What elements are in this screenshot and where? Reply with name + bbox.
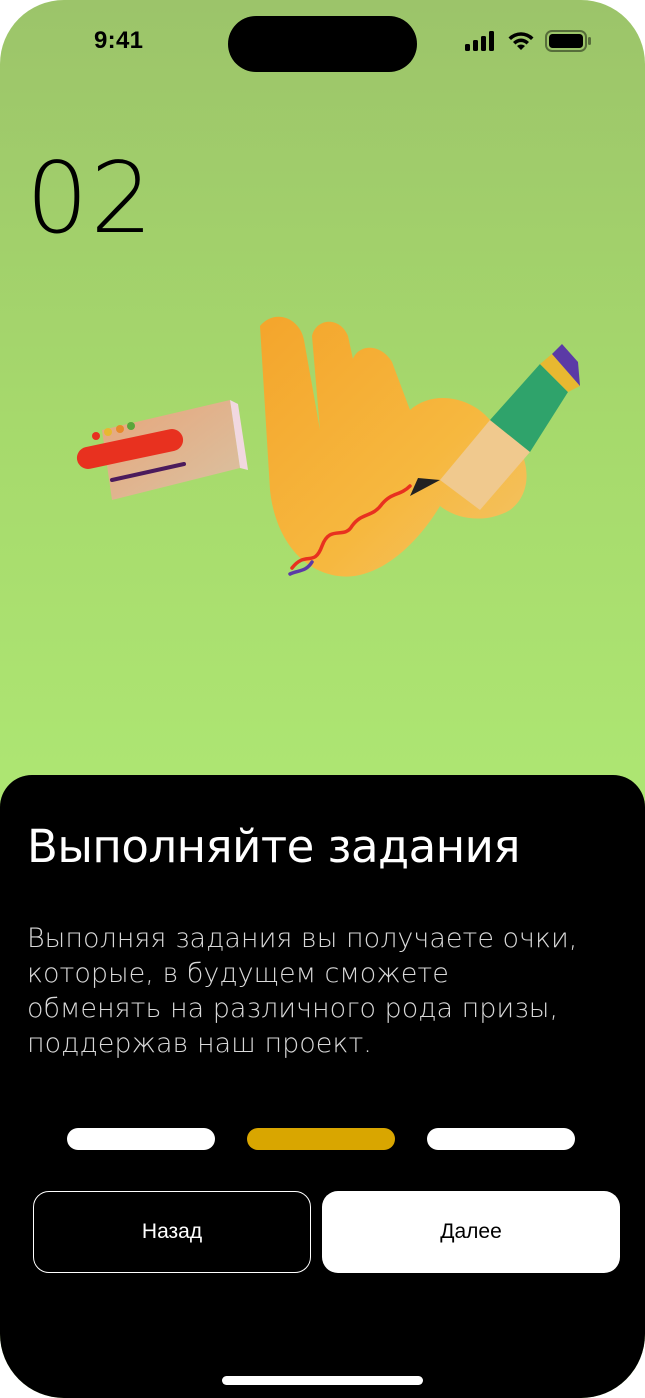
page-indicator bbox=[67, 1128, 575, 1150]
home-indicator[interactable] bbox=[222, 1376, 423, 1385]
page-indicator-step-2-active bbox=[247, 1128, 395, 1150]
page-indicator-step-1 bbox=[67, 1128, 215, 1150]
card-graphic bbox=[76, 400, 248, 500]
back-button[interactable]: Назад bbox=[33, 1191, 311, 1273]
status-time: 9:41 bbox=[94, 27, 144, 54]
page-indicator-step-3 bbox=[427, 1128, 575, 1150]
onboarding-screen: 9:41 02 Выполняйте задания Выполняя зада… bbox=[0, 0, 645, 1398]
onboarding-title: Выполняйте задания bbox=[27, 820, 521, 873]
next-button[interactable]: Далее bbox=[322, 1191, 620, 1273]
status-bar: 9:41 bbox=[0, 0, 645, 90]
wifi-icon bbox=[508, 32, 534, 50]
cellular-signal-icon bbox=[465, 31, 494, 51]
status-icons bbox=[465, 30, 591, 52]
hand-pencil-illustration bbox=[76, 316, 580, 577]
step-number: 02 bbox=[26, 142, 155, 256]
dynamic-island bbox=[228, 16, 417, 72]
battery-icon bbox=[545, 30, 591, 52]
onboarding-description: Выполняя задания вы получаете очки, кото… bbox=[27, 923, 578, 1059]
